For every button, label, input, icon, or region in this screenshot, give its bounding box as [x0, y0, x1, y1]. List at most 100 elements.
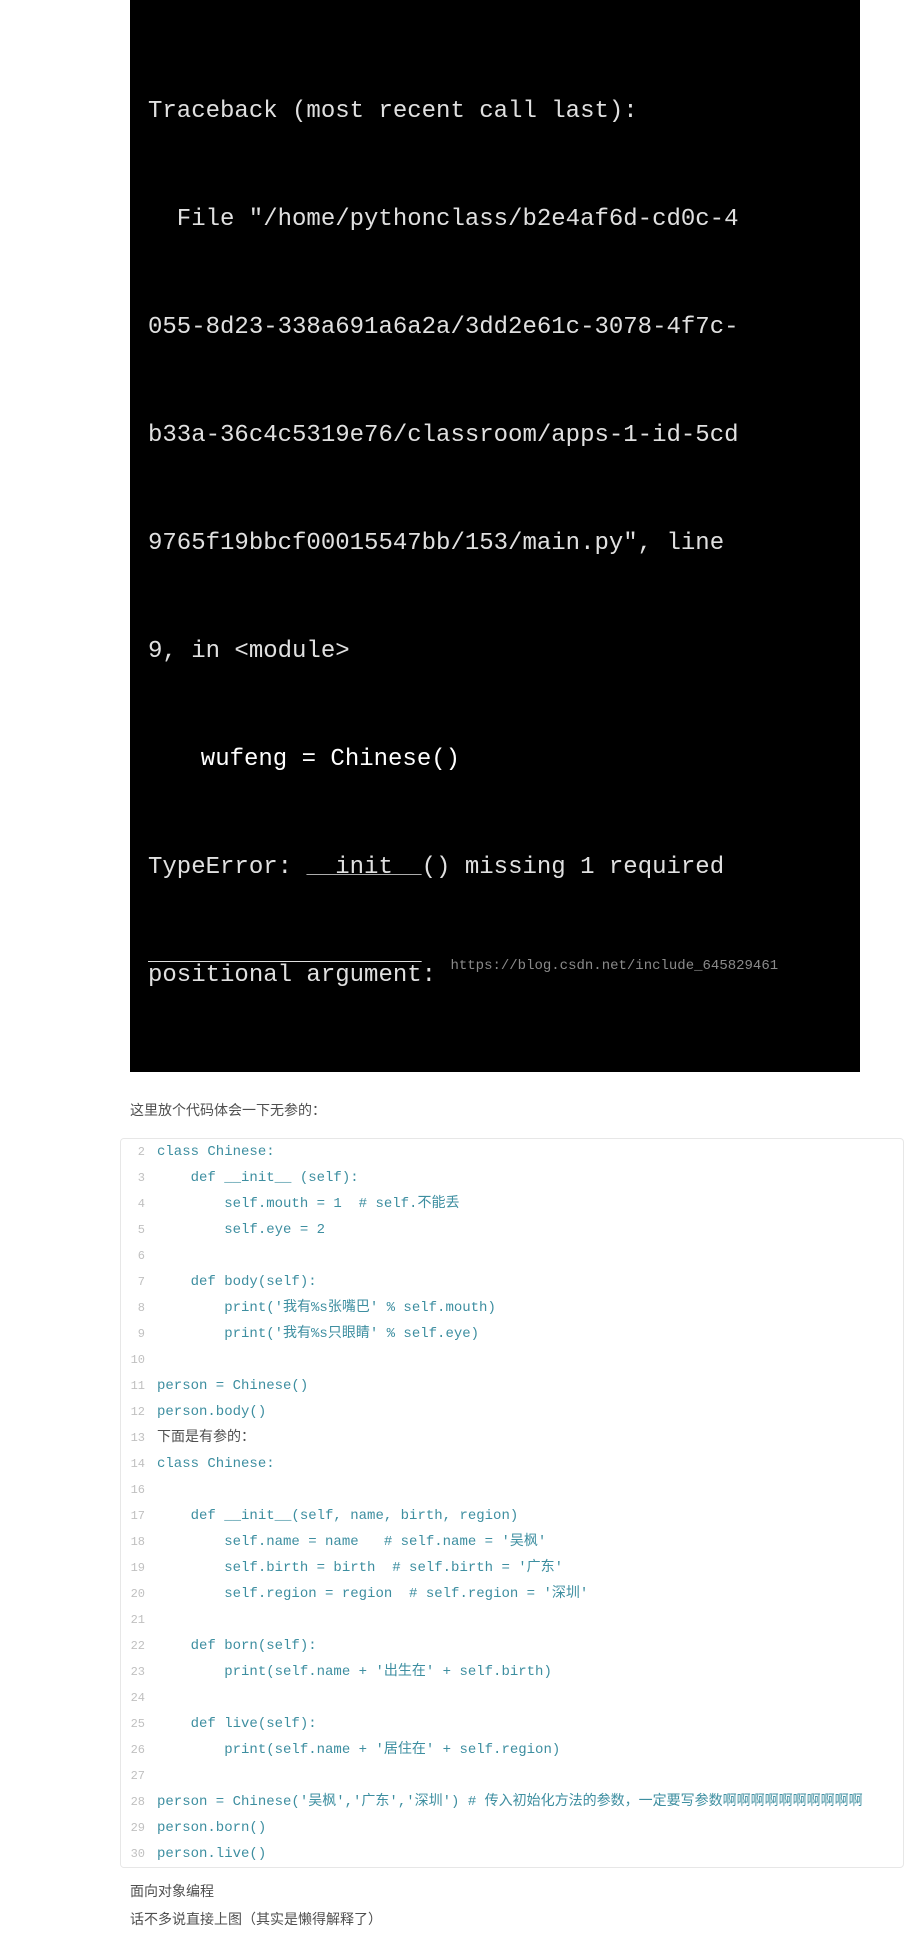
- traceback-line: wufeng = Chinese(): [148, 742, 842, 778]
- code-text: print('我有%s张嘴巴' % self.mouth): [151, 1295, 903, 1321]
- code-text: [151, 1347, 903, 1373]
- code-line: 3 def __init__ (self):: [121, 1165, 903, 1191]
- line-number: 4: [121, 1191, 151, 1217]
- code-line: 25 def live(self):: [121, 1711, 903, 1737]
- code-line: 17 def __init__(self, name, birth, regio…: [121, 1503, 903, 1529]
- code-text: class Chinese:: [151, 1139, 903, 1165]
- code-line: 9 print('我有%s只眼睛' % self.eye): [121, 1321, 903, 1347]
- code-text: [151, 1607, 903, 1633]
- traceback-line: 055-8d23-338a691a6a2a/3dd2e61c-3078-4f7c…: [148, 310, 842, 346]
- watermark-text: https://blog.csdn.net/include_645829461: [450, 958, 778, 974]
- line-number: 22: [121, 1633, 151, 1659]
- python-code-block: 2class Chinese: 3 def __init__ (self): 4…: [120, 1138, 904, 1868]
- line-number: 13: [121, 1425, 151, 1451]
- code-text: person = Chinese(): [151, 1373, 903, 1399]
- code-text: self.mouth = 1 # self.不能丢: [151, 1191, 903, 1217]
- code-line: 27: [121, 1763, 903, 1789]
- code-text: print('我有%s只眼睛' % self.eye): [151, 1321, 903, 1347]
- code-line: 20 self.region = region # self.region = …: [121, 1581, 903, 1607]
- code-line: 18 self.name = name # self.name = '吴枫': [121, 1529, 903, 1555]
- code-text: self.region = region # self.region = '深圳…: [151, 1581, 903, 1607]
- code-text: person.born(): [151, 1815, 903, 1841]
- code-text: self.birth = birth # self.birth = '广东': [151, 1555, 903, 1581]
- code-line: 29person.born(): [121, 1815, 903, 1841]
- code-text: def body(self):: [151, 1269, 903, 1295]
- line-number: 23: [121, 1659, 151, 1685]
- code-text: 下面是有参的：: [151, 1425, 903, 1451]
- line-number: 21: [121, 1607, 151, 1633]
- code-line: 22 def born(self):: [121, 1633, 903, 1659]
- code-text: self.eye = 2: [151, 1217, 903, 1243]
- line-number: 8: [121, 1295, 151, 1321]
- code-line: 24: [121, 1685, 903, 1711]
- line-number: 11: [121, 1373, 151, 1399]
- footer-text-1: 面向对象编程: [130, 1880, 920, 1904]
- code-text: def born(self):: [151, 1633, 903, 1659]
- code-line: 23 print(self.name + '出生在' + self.birth): [121, 1659, 903, 1685]
- traceback-line: 9, in <module>: [148, 634, 842, 670]
- code-line: 5 self.eye = 2: [121, 1217, 903, 1243]
- intro-text: 这里放个代码体会一下无参的：: [130, 1100, 920, 1120]
- traceback-line: File "/home/pythonclass/b2e4af6d-cd0c-4: [148, 202, 842, 238]
- code-text: [151, 1685, 903, 1711]
- line-number: 12: [121, 1399, 151, 1425]
- code-text: [151, 1243, 903, 1269]
- line-number: 5: [121, 1217, 151, 1243]
- traceback-line: Traceback (most recent call last):: [148, 94, 842, 130]
- traceback-text: init: [306, 854, 421, 881]
- code-text: print(self.name + '出生在' + self.birth): [151, 1659, 903, 1685]
- traceback-text: :: [422, 962, 451, 989]
- code-text: person.live(): [151, 1841, 903, 1867]
- line-number: 18: [121, 1529, 151, 1555]
- code-line: 30person.live(): [121, 1841, 903, 1867]
- traceback-line: positional argument: https://blog.csdn.n…: [148, 958, 842, 994]
- code-line: 28person = Chinese('吴枫','广东','深圳') # 传入初…: [121, 1789, 903, 1815]
- code-line: 2class Chinese:: [121, 1139, 903, 1165]
- line-number: 9: [121, 1321, 151, 1347]
- code-text: class Chinese:: [151, 1451, 903, 1477]
- code-line: 10: [121, 1347, 903, 1373]
- code-line: 13下面是有参的：: [121, 1425, 903, 1451]
- line-number: 10: [121, 1347, 151, 1373]
- traceback-text: TypeError:: [148, 854, 306, 881]
- line-number: 17: [121, 1503, 151, 1529]
- code-line: 6: [121, 1243, 903, 1269]
- code-line: 19 self.birth = birth # self.birth = '广东…: [121, 1555, 903, 1581]
- code-line: 8 print('我有%s张嘴巴' % self.mouth): [121, 1295, 903, 1321]
- line-number: 30: [121, 1841, 151, 1867]
- line-number: 16: [121, 1477, 151, 1503]
- traceback-text: () missing 1 required: [422, 854, 724, 881]
- line-number: 27: [121, 1763, 151, 1789]
- python-traceback-block: Traceback (most recent call last): File …: [130, 0, 860, 1072]
- code-line: 16: [121, 1477, 903, 1503]
- line-number: 7: [121, 1269, 151, 1295]
- code-text: [151, 1763, 903, 1789]
- traceback-line: TypeError: init () missing 1 required: [148, 850, 842, 886]
- page-container: Traceback (most recent call last): File …: [0, 0, 920, 1956]
- code-line: 26 print(self.name + '居住在' + self.region…: [121, 1737, 903, 1763]
- code-line: 14class Chinese:: [121, 1451, 903, 1477]
- line-number: 2: [121, 1139, 151, 1165]
- code-line: 11person = Chinese(): [121, 1373, 903, 1399]
- traceback-line: 9765f19bbcf00015547bb/153/main.py", line: [148, 526, 842, 562]
- code-text: person = Chinese('吴枫','广东','深圳') # 传入初始化…: [151, 1789, 903, 1815]
- code-text: def __init__ (self):: [151, 1165, 903, 1191]
- code-line: 4 self.mouth = 1 # self.不能丢: [121, 1191, 903, 1217]
- line-number: 25: [121, 1711, 151, 1737]
- line-number: 14: [121, 1451, 151, 1477]
- line-number: 29: [121, 1815, 151, 1841]
- footer-text-2: 话不多说直接上图（其实是懒得解释了）: [130, 1908, 920, 1932]
- code-text: def live(self):: [151, 1711, 903, 1737]
- code-text: self.name = name # self.name = '吴枫': [151, 1529, 903, 1555]
- code-line: 21: [121, 1607, 903, 1633]
- line-number: 20: [121, 1581, 151, 1607]
- code-line: 12person.body(): [121, 1399, 903, 1425]
- line-number: 24: [121, 1685, 151, 1711]
- line-number: 19: [121, 1555, 151, 1581]
- code-line: 7 def body(self):: [121, 1269, 903, 1295]
- line-number: 28: [121, 1789, 151, 1815]
- code-text: print(self.name + '居住在' + self.region): [151, 1737, 903, 1763]
- code-text: def __init__(self, name, birth, region): [151, 1503, 903, 1529]
- line-number: 3: [121, 1165, 151, 1191]
- line-number: 26: [121, 1737, 151, 1763]
